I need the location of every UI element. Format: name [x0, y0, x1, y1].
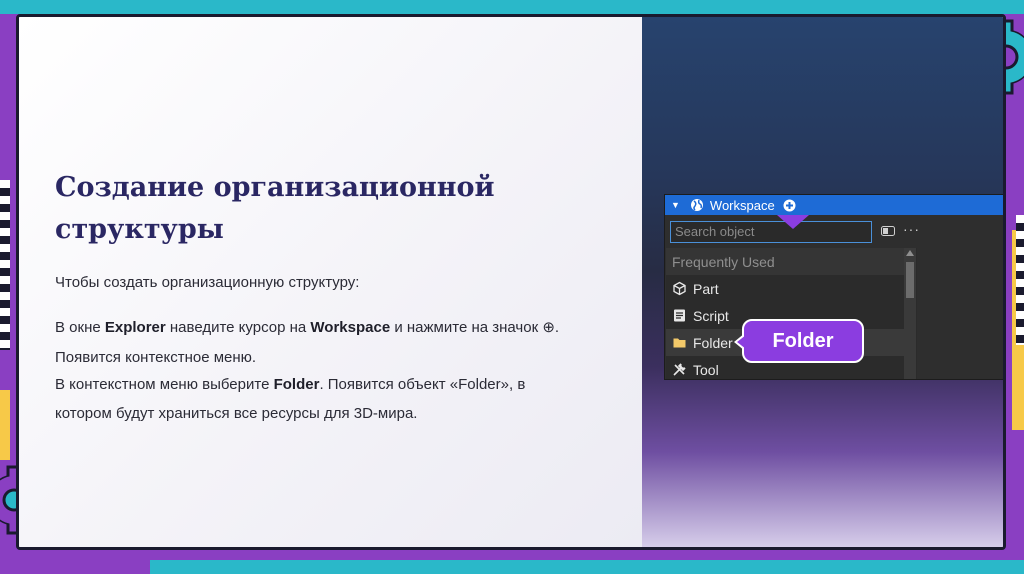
frame-left-stripe [0, 390, 10, 460]
callout-pointer-fill [737, 335, 746, 349]
plus-circle-icon[interactable] [783, 199, 796, 212]
instruction-paragraph-2: Появится контекстное меню. [55, 349, 257, 366]
menu-item-label: Folder [693, 334, 733, 351]
scroll-up-icon[interactable] [906, 250, 914, 256]
tool-icon [673, 363, 686, 376]
text-run: В окне [55, 319, 105, 336]
script-icon [674, 309, 685, 322]
menu-item-label: Part [693, 280, 719, 297]
menu-item-part[interactable]: Part [666, 275, 904, 302]
bold-term-workspace: Workspace [310, 319, 391, 336]
workspace-row[interactable]: ▼ Workspace [665, 195, 1003, 215]
folder-callout: Folder [742, 319, 864, 363]
frame-top-stripe [0, 0, 1024, 14]
search-input[interactable]: Search object [670, 221, 872, 243]
more-options-icon[interactable]: ··· [903, 221, 920, 237]
instruction-paragraph-4: котором будут храниться все ресурсы для … [55, 405, 418, 422]
text-run: . Появится объект «Folder», в [319, 376, 526, 393]
menu-item-label: Script [693, 307, 729, 324]
intro-text: Чтобы создать организационную структуру: [55, 274, 360, 291]
plus-circle-icon: ⊕ [542, 319, 555, 336]
bold-term-folder: Folder [273, 376, 320, 393]
menu-section-label: Frequently Used [672, 253, 775, 270]
cube-icon [673, 281, 686, 296]
frame-right-dashes [1016, 215, 1024, 345]
pointer-arrow [777, 215, 809, 229]
instruction-paragraph-1: В окне Explorer наведите курсор на Works… [55, 319, 615, 337]
menu-item-label: Tool [693, 361, 719, 378]
slide: Создание организационной структуры Чтобы… [16, 14, 1006, 550]
menu-scrollbar[interactable] [904, 248, 916, 379]
scroll-thumb[interactable] [906, 262, 914, 298]
instruction-paragraph-3: В контекстном меню выберите Folder. Появ… [55, 376, 615, 394]
caret-down-icon[interactable]: ▼ [671, 200, 680, 210]
frame-bottom-stripe [150, 560, 1024, 574]
frame-left-dashes [0, 180, 10, 350]
globe-icon [690, 199, 703, 211]
text-panel: Создание организационной структуры Чтобы… [19, 17, 642, 547]
text-run: наведите курсор на [165, 319, 311, 336]
folder-icon [673, 338, 686, 348]
workspace-label[interactable]: Workspace [710, 198, 775, 213]
screenshot-panel: ▼ Workspace Search object ··· Frequently… [642, 17, 1003, 547]
slide-title: Создание организационной структуры [55, 172, 495, 245]
filter-toggle-icon[interactable] [881, 226, 895, 236]
text-run: В контекстном меню выберите [55, 376, 274, 393]
text-run: . [554, 319, 560, 336]
menu-section-header: Frequently Used [666, 248, 904, 275]
bold-term-explorer: Explorer [104, 319, 166, 336]
text-run: и нажмите на значок [390, 319, 543, 336]
